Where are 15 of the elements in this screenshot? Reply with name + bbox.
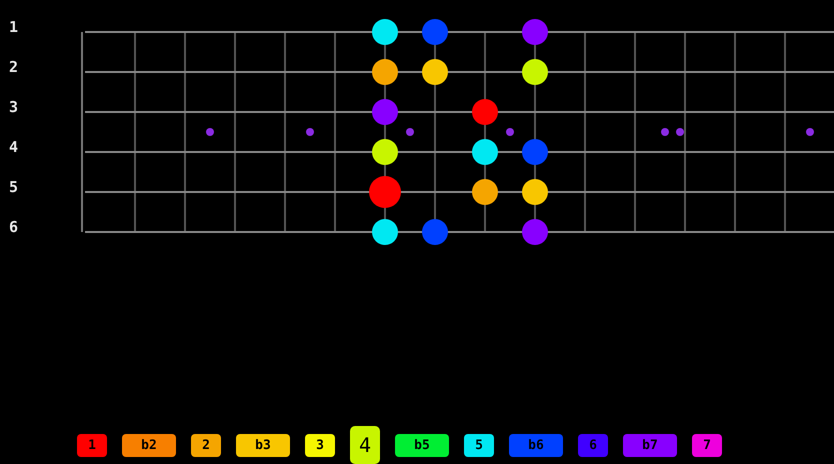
interval-button[interactable]: 7 — [692, 434, 722, 457]
interval-button[interactable]: 5 — [464, 434, 494, 457]
interval-button[interactable]: 2 — [191, 434, 221, 457]
string-label: 3 — [9, 98, 18, 116]
string-label: 5 — [9, 178, 18, 196]
interval-button[interactable]: 1 — [77, 434, 107, 457]
string-label: 4 — [9, 138, 18, 156]
string-label: 1 — [9, 18, 18, 36]
string-label: 2 — [9, 58, 18, 76]
interval-button[interactable]: b3 — [236, 434, 290, 457]
string-label: 6 — [9, 218, 18, 236]
interval-button[interactable]: 3 — [305, 434, 335, 457]
interval-button[interactable]: b2 — [122, 434, 176, 457]
interval-button[interactable]: 4 — [350, 426, 380, 464]
interval-button[interactable]: b5 — [395, 434, 449, 457]
